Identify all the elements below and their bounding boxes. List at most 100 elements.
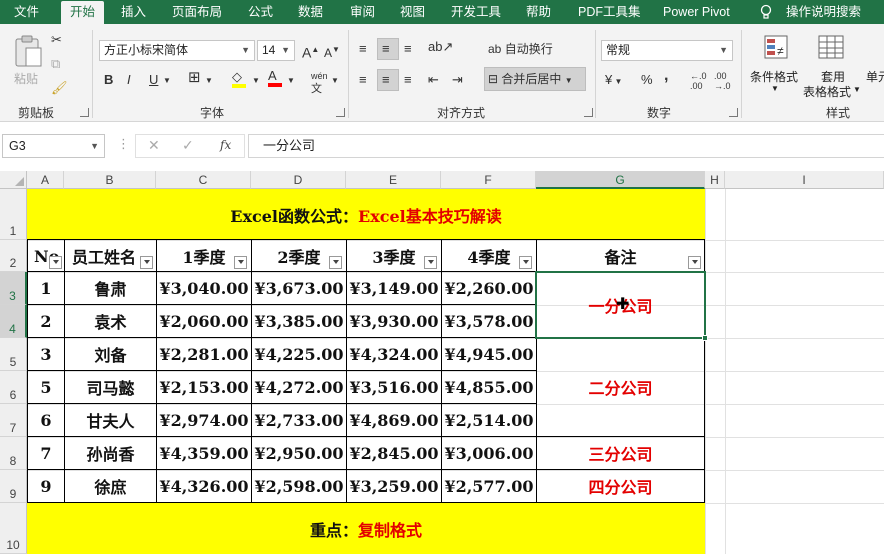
filter-button-notes[interactable] (688, 256, 701, 269)
filter-button-q4[interactable] (519, 256, 532, 269)
sheet-title[interactable]: Excel函数公式： Excel基本技巧解读 (27, 189, 705, 240)
cell-name[interactable]: 刘备 (65, 338, 156, 370)
cell-name[interactable]: 袁术 (65, 305, 156, 337)
cell-q3[interactable]: ¥3,930.00 (347, 305, 441, 337)
decrease-decimal-icon[interactable]: .00 →.0 (714, 71, 731, 91)
row-header[interactable]: 6 (0, 371, 27, 404)
comma-button[interactable]: , (664, 68, 668, 84)
underline-button[interactable]: U (149, 72, 158, 88)
conditional-formatting-button[interactable]: ≠ 条件格式 ▼ (750, 32, 802, 98)
cell-q1[interactable]: ¥2,060.00 (157, 305, 251, 337)
fill-handle[interactable] (702, 335, 708, 341)
cell-styles-label[interactable]: 单元 (866, 68, 884, 85)
sheet-footer[interactable]: 重点： 复制格式 (27, 503, 705, 554)
column-header[interactable]: E (346, 171, 441, 189)
column-header[interactable]: D (251, 171, 346, 189)
increase-decimal-icon[interactable]: ←.0.00 (690, 71, 707, 91)
font-size-select[interactable]: 14 ▼ (257, 40, 295, 61)
cell-q3[interactable]: ¥4,324.00 (347, 338, 441, 370)
cell-q1[interactable]: ¥2,974.00 (157, 404, 251, 436)
phonetic-guide-button[interactable]: wén 文 (311, 68, 328, 97)
note-cell[interactable]: 四分公司 (537, 470, 704, 502)
align-left-icon[interactable]: ≡ (359, 72, 367, 88)
underline-dropdown-icon[interactable]: ▼ (163, 73, 171, 89)
tab-file[interactable]: 文件 (14, 0, 39, 24)
cell-no[interactable]: 1 (28, 272, 64, 304)
insert-function-button[interactable]: fx (220, 138, 231, 152)
column-header[interactable]: H (705, 171, 725, 189)
cell-q3[interactable]: ¥4,869.00 (347, 404, 441, 436)
cell-q4[interactable]: ¥2,577.00 (442, 470, 536, 502)
filter-button-q3[interactable] (424, 256, 437, 269)
note-cell[interactable]: 二分公司 (537, 338, 704, 436)
cell-q1[interactable]: ¥4,326.00 (157, 470, 251, 502)
column-header[interactable]: B (64, 171, 156, 189)
cell-q1[interactable]: ¥2,153.00 (157, 371, 251, 403)
cell-no[interactable]: 2 (28, 305, 64, 337)
name-box[interactable]: G3 ▼ (2, 134, 105, 158)
currency-button[interactable]: ¥ ▼ (605, 72, 622, 90)
select-all-button[interactable] (0, 171, 27, 189)
font-color-icon[interactable]: A (268, 68, 282, 87)
cell-q4[interactable]: ¥4,945.00 (442, 338, 536, 370)
align-middle-icon[interactable]: ≡ (382, 41, 390, 57)
cell-q2[interactable]: ¥4,225.00 (252, 338, 346, 370)
fill-color-dropdown-icon[interactable]: ▼ (252, 73, 260, 89)
filter-button-name[interactable] (140, 256, 153, 269)
tab-view[interactable]: 视图 (400, 0, 425, 24)
row-header[interactable]: 5 (0, 338, 27, 371)
cell-q2[interactable]: ¥4,272.00 (252, 371, 346, 403)
cell-q2[interactable]: ¥3,385.00 (252, 305, 346, 337)
alignment-launcher-icon[interactable] (584, 108, 593, 117)
italic-button[interactable]: I (127, 72, 131, 88)
decrease-font-icon[interactable]: A▼ (324, 42, 340, 61)
tell-me-search[interactable]: 操作说明搜索 (786, 0, 861, 24)
font-color-dropdown-icon[interactable]: ▼ (287, 73, 295, 89)
cell-name[interactable]: 鲁肃 (65, 272, 156, 304)
cell-name[interactable]: 孙尚香 (65, 437, 156, 469)
align-bottom-icon[interactable]: ≡ (404, 41, 412, 57)
row-header[interactable]: 8 (0, 437, 27, 470)
align-center-icon[interactable]: ≡ (382, 72, 390, 88)
increase-indent-icon[interactable]: ⇥ (452, 72, 463, 88)
tab-home[interactable]: 开始 (61, 1, 105, 24)
cell-q4[interactable]: ¥2,260.00 (442, 272, 536, 304)
cancel-icon[interactable]: ✕ (148, 137, 160, 154)
row-header[interactable]: 7 (0, 404, 27, 437)
cell-q3[interactable]: ¥3,516.00 (347, 371, 441, 403)
copy-icon[interactable]: ⧉ (51, 56, 60, 72)
decrease-indent-icon[interactable]: ⇤ (428, 72, 439, 88)
align-right-icon[interactable]: ≡ (404, 72, 412, 88)
format-as-table-button[interactable]: 套用 表格格式 ▼ (803, 32, 861, 99)
cell-q4[interactable]: ¥3,006.00 (442, 437, 536, 469)
enter-icon[interactable]: ✓ (182, 137, 194, 154)
cell-q4[interactable]: ¥2,514.00 (442, 404, 536, 436)
column-header-selected[interactable]: G (536, 171, 705, 189)
border-icon[interactable]: ⊞ (188, 70, 201, 86)
tab-insert[interactable]: 插入 (121, 0, 146, 24)
align-top-icon[interactable]: ≡ (359, 41, 367, 57)
tab-data[interactable]: 数据 (298, 0, 323, 24)
increase-font-icon[interactable]: A▲ (302, 42, 319, 61)
cell-q3[interactable]: ¥2,845.00 (347, 437, 441, 469)
row-header[interactable]: 1 (0, 189, 27, 240)
row-header[interactable]: 9 (0, 470, 27, 503)
cell-q3[interactable]: ¥3,259.00 (347, 470, 441, 502)
cell-no[interactable]: 5 (28, 371, 64, 403)
cell-no[interactable]: 9 (28, 470, 64, 502)
cell-q1[interactable]: ¥4,359.00 (157, 437, 251, 469)
filter-button-no[interactable] (49, 256, 62, 269)
cell-q4[interactable]: ¥3,578.00 (442, 305, 536, 337)
header-cell-notes[interactable]: 备注 (537, 240, 704, 272)
cell-q2[interactable]: ¥3,673.00 (252, 272, 346, 304)
column-header[interactable]: C (156, 171, 251, 189)
tab-page-layout[interactable]: 页面布局 (172, 0, 222, 24)
border-dropdown-icon[interactable]: ▼ (205, 73, 213, 89)
tab-developer[interactable]: 开发工具 (451, 0, 501, 24)
percent-button[interactable]: % (641, 72, 653, 88)
tab-review[interactable]: 审阅 (350, 0, 375, 24)
cell-q1[interactable]: ¥3,040.00 (157, 272, 251, 304)
tab-help[interactable]: 帮助 (526, 0, 551, 24)
number-launcher-icon[interactable] (729, 108, 738, 117)
note-cell[interactable]: 三分公司 (537, 437, 704, 469)
